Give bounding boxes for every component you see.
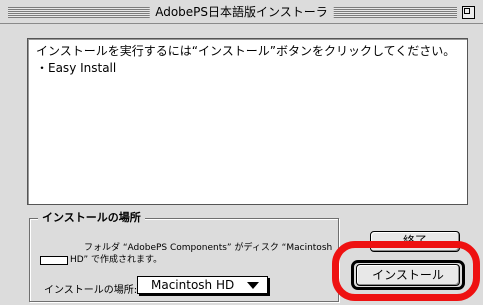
- triangle-down-icon: [247, 282, 259, 289]
- folder-icon: [40, 256, 68, 265]
- instruction-text: インストールを実行するには“インストール”ボタンをクリックしてください。: [36, 44, 456, 58]
- install-location-group: インストールの場所 フォルダ “AdobePS Components” がディス…: [29, 211, 339, 302]
- install-location-selected-value: Macintosh HD: [151, 278, 235, 292]
- install-location-description-line2: HD” で作成されます。: [70, 255, 163, 265]
- window-title: AdobePS日本語版インストーラ: [149, 2, 334, 22]
- installer-window: AdobePS日本語版インストーラ インストールを実行するには“インストール”ボ…: [0, 0, 483, 305]
- install-option-text: ・Easy Install: [36, 61, 117, 75]
- highlight-annotation-circle: [332, 241, 480, 301]
- title-bar[interactable]: AdobePS日本語版インストーラ: [0, 0, 483, 24]
- install-location-select[interactable]: Macintosh HD: [137, 276, 268, 294]
- install-location-group-title: インストールの場所: [38, 211, 145, 225]
- message-area: インストールを実行するには“インストール”ボタンをクリックしてください。 ・Ea…: [27, 38, 468, 205]
- install-location-label: インストールの場所:: [44, 285, 138, 296]
- zoom-box-icon[interactable]: [462, 6, 475, 19]
